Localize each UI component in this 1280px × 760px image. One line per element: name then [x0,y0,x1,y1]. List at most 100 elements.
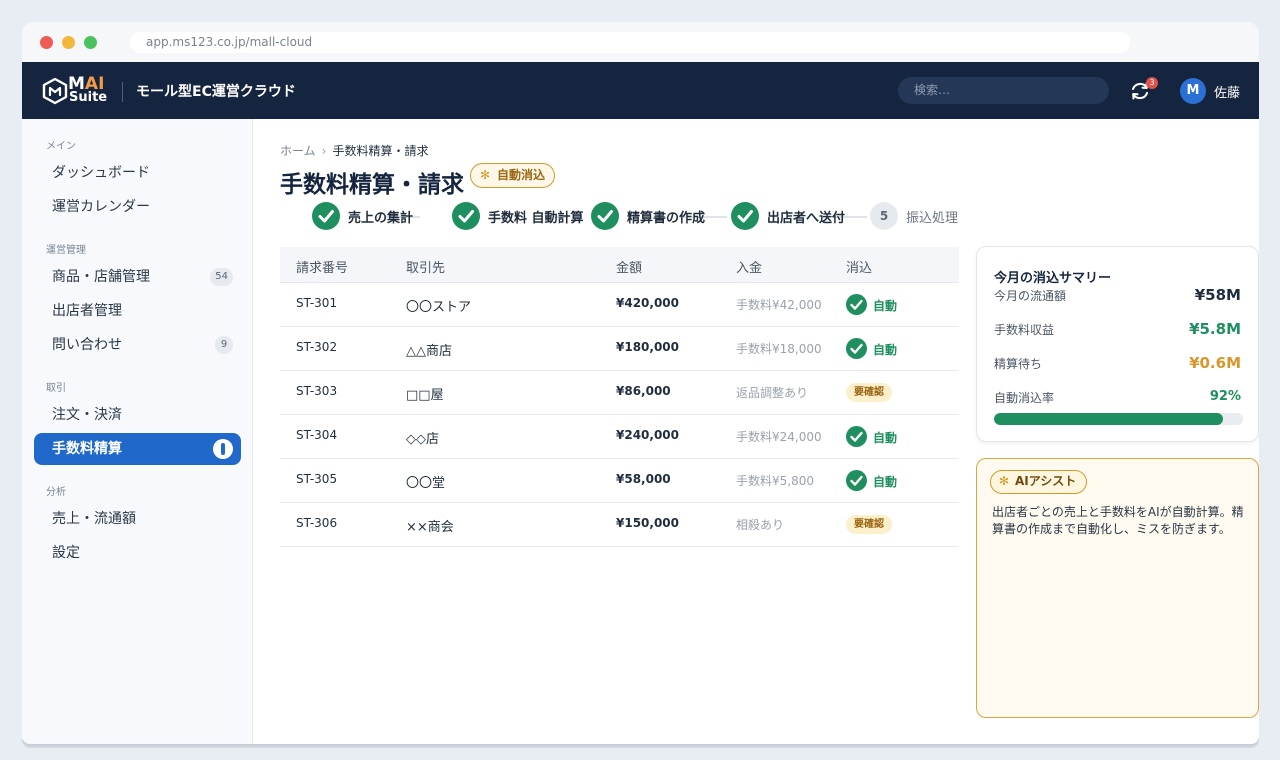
status-needs-review-badge[interactable]: 要確認 [846,383,892,402]
sidebar-item-label: 売上・流通額 [52,511,136,527]
breadcrumb: ホーム › 手数料精算・請求 [280,142,428,159]
table-row[interactable]: ST-302 △△商店 ¥180,000 手数料¥18,000 自動 [280,327,959,371]
sidebar-item-commission-settlement[interactable]: 手数料精算 [34,433,241,465]
table-row[interactable]: ST-304 ◇◇店 ¥240,000 手数料¥24,000 自動 [280,415,959,459]
status-label: 自動 [873,299,898,313]
check-circle-icon [846,338,867,359]
close-window-button[interactable] [40,36,53,49]
step-number: 5 [870,202,898,230]
sidebar-item-label: ダッシュボード [52,165,150,181]
payment-note: 手数料¥18,000 [736,342,822,356]
assist-title: AIアシスト [1015,474,1077,488]
invoice-id: ST-301 [296,296,338,310]
check-circle-icon [846,470,867,491]
auto-reconcile-badge: ✻ 自動消込 [470,163,556,188]
amount: ¥240,000 [616,428,680,442]
sidebar-item-calendar[interactable]: 運営カレンダー [34,191,241,223]
address-bar[interactable]: app.ms123.co.jp/mall-cloud [130,32,1130,53]
sidebar-item-label: 商品・店舗管理 [52,269,150,285]
payment-note: 相殺あり [736,518,785,532]
check-icon [737,210,753,223]
sidebar-item-label: 運営カレンダー [52,199,150,215]
step-check-icon [452,202,480,230]
invoice-id: ST-304 [296,428,338,442]
sparkle-icon: ✻ [480,168,491,182]
check-circle-icon [846,426,867,447]
summary-value: 92% [1209,389,1241,404]
sidebar: メイン ダッシュボード 運営カレンダー 運営管理 商品・店舗管理 54 出店者管理… [22,119,253,744]
column-header[interactable]: 取引先 [406,257,445,276]
column-header[interactable]: 請求番号 [296,257,348,276]
breadcrumb-home[interactable]: ホーム [280,144,316,158]
amount: ¥86,000 [616,384,671,398]
sparkle-icon: ✻ [999,474,1010,488]
count-badge: 9 [215,336,233,354]
partner-name: 〇〇ストア [406,300,472,315]
badge-label: 自動消込 [497,168,546,182]
sidebar-item-label: 注文・決済 [52,407,122,423]
reconciliation-summary-card: 今月の消込サマリー 今月の流通額 ¥58M 手数料収益 ¥5.8M 精算待ち ¥… [976,246,1259,442]
step-label: 出店者へ送付 [767,211,846,226]
payment-note: 手数料¥42,000 [736,298,822,312]
assist-text: 出店者ごとの売上と手数料をAIが自動計算。精算書の作成まで自動化し、ミスを防ぎま… [992,505,1244,536]
sidebar-item-label: 設定 [52,545,80,561]
search-input[interactable] [898,77,1109,104]
status-needs-review-badge[interactable]: 要確認 [846,515,892,534]
sidebar-item-orders[interactable]: 注文・決済 [34,399,241,431]
logo-subtitle: Suite [69,90,108,105]
sidebar-item-sales[interactable]: 売上・流通額 [34,503,241,535]
header-divider [122,82,123,102]
sidebar-item-inquiries[interactable]: 問い合わせ 9 [34,329,241,361]
sidebar-section-analytics: 分析 [46,487,66,498]
table-row[interactable]: ST-301 〇〇ストア ¥420,000 手数料¥42,000 自動 [280,283,959,327]
sidebar-item-products-stores[interactable]: 商品・店舗管理 54 [34,261,241,293]
amount: ¥420,000 [616,296,680,310]
summary-title: 今月の消込サマリー [994,271,1112,286]
check-icon [318,210,334,223]
sidebar-item-dashboard[interactable]: ダッシュボード [34,157,241,189]
status-label: 自動 [873,343,898,357]
notification-badge: 3 [1146,77,1158,89]
check-circle-icon [846,294,867,315]
invoice-id: ST-302 [296,340,338,354]
amount: ¥150,000 [616,516,680,530]
invoice-id: ST-303 [296,384,338,398]
table-row[interactable]: ST-303 □□屋 ¥86,000 返品調整あり 要確認 [280,371,959,415]
breadcrumb-separator: › [321,144,327,158]
summary-label: 今月の流通額 [994,289,1067,303]
breadcrumb-current: 手数料精算・請求 [332,144,429,158]
payment-note: 返品調整あり [736,386,809,400]
partner-name: ××商会 [406,520,454,535]
user-name[interactable]: 佐藤 [1214,82,1240,101]
step-check-icon [591,202,619,230]
top-bar: MAI Suite モール型EC運営クラウド 3 M 佐藤 [22,62,1259,119]
sidebar-item-label: 出店者管理 [52,303,122,319]
sidebar-item-settings[interactable]: 設定 [34,537,241,569]
partner-name: 〇〇堂 [406,476,446,491]
partner-name: ◇◇店 [406,432,439,447]
summary-value: ¥5.8M [1189,320,1241,338]
payment-note: 手数料¥24,000 [736,430,822,444]
sidebar-section-main: メイン [46,141,76,152]
column-header[interactable]: 消込 [846,257,872,276]
summary-label: 手数料収益 [994,323,1055,337]
table-row[interactable]: ST-305 〇〇堂 ¥58,000 手数料¥5,800 自動 [280,459,959,503]
status-label: 自動 [873,431,898,445]
app-logo[interactable]: MAI Suite [42,74,108,108]
maximize-window-button[interactable] [84,36,97,49]
column-header[interactable]: 入金 [736,257,762,276]
process-steps: 売上の集計 手数料 自動計算 精算書の作成 出店者へ送付 5 振込処理 [290,200,990,230]
payment-note: 手数料¥5,800 [736,474,814,488]
column-header[interactable]: 金額 [616,257,642,276]
browser-chrome: app.ms123.co.jp/mall-cloud [22,22,1259,62]
step-check-icon [312,202,340,230]
table-row[interactable]: ST-306 ××商会 ¥150,000 相殺あり 要確認 [280,503,959,547]
ai-assist-panel: ✻ AIアシスト 出店者ごとの売上と手数料をAIが自動計算。精算書の作成まで自動化… [976,458,1259,718]
invoice-id: ST-306 [296,516,338,530]
sidebar-item-merchants[interactable]: 出店者管理 [34,295,241,327]
status-label: 自動 [873,475,898,489]
step-label: 売上の集計 [348,211,414,226]
avatar[interactable]: M [1180,78,1206,104]
minimize-window-button[interactable] [62,36,75,49]
step-label: 振込処理 [906,211,959,226]
